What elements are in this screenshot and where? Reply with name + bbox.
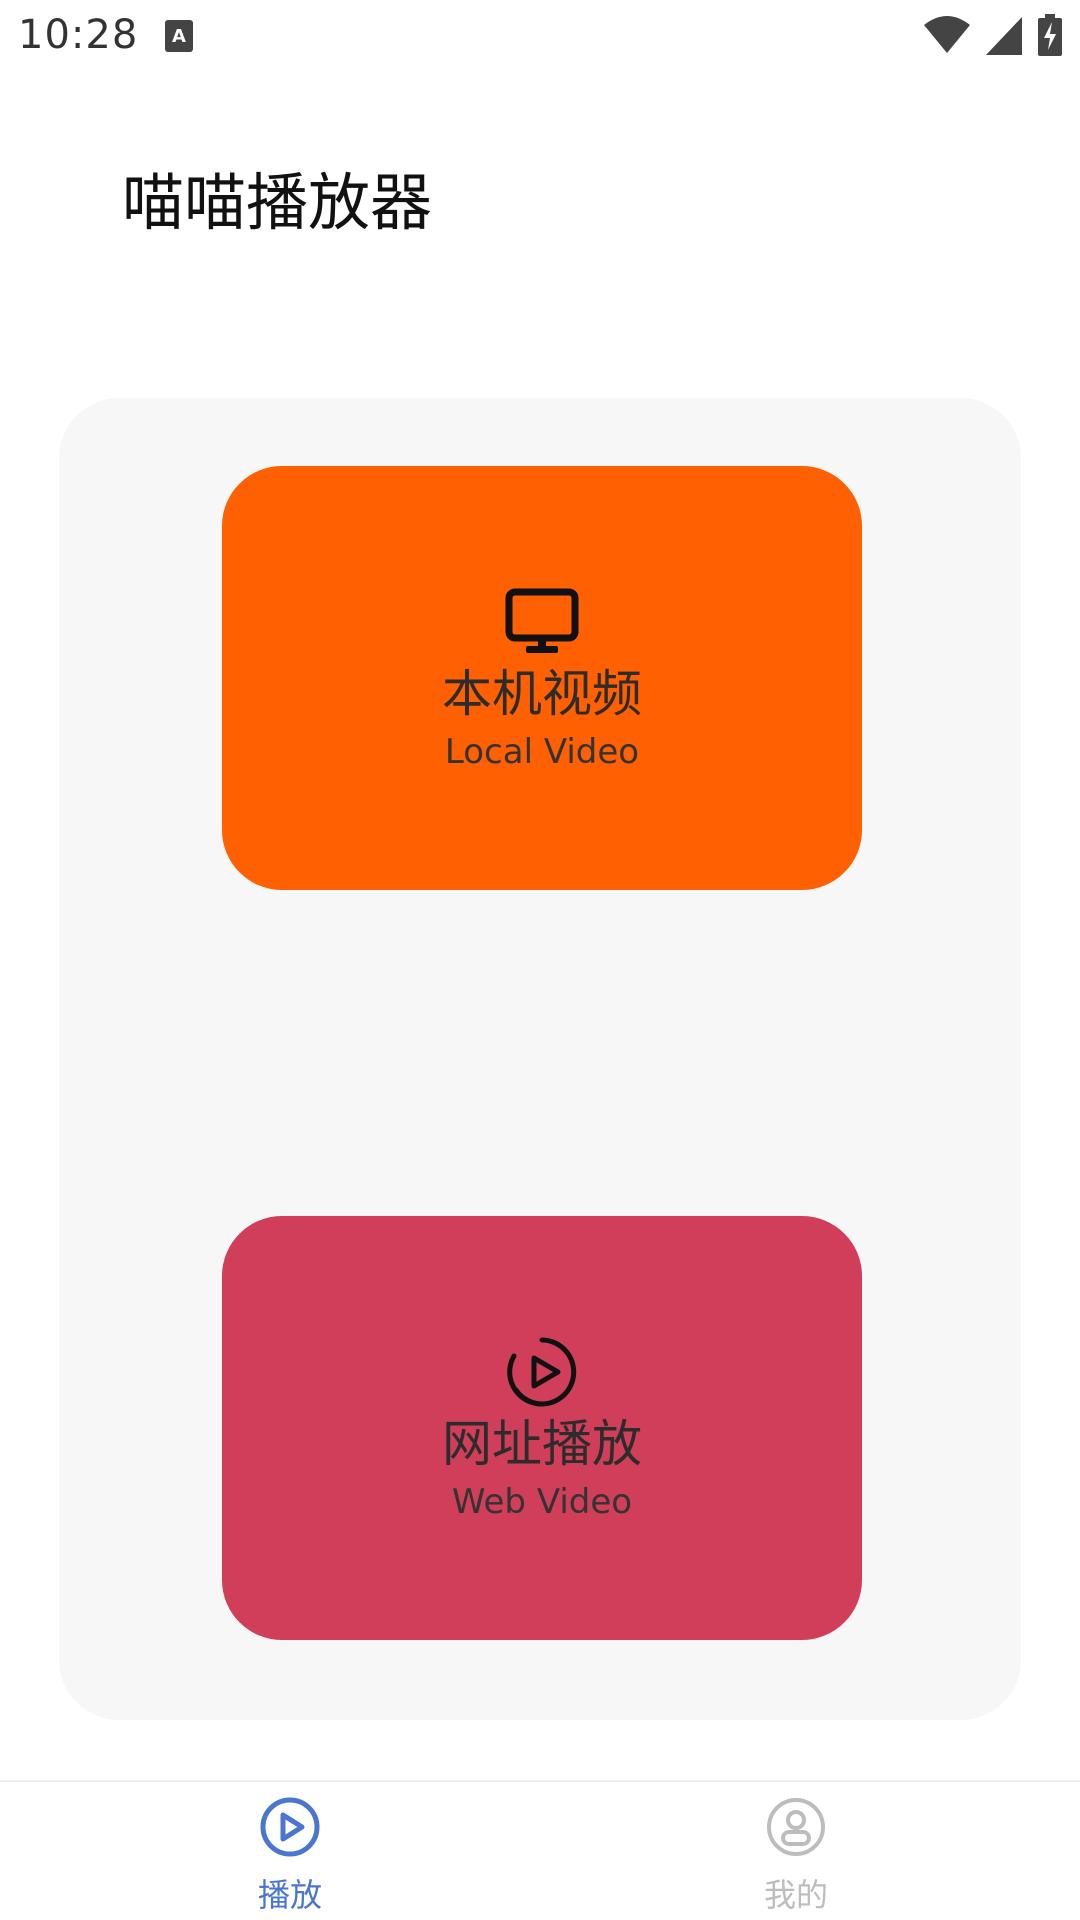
local-video-title: 本机视频 (442, 665, 642, 724)
page-title: 喵喵播放器 (122, 166, 433, 239)
status-icons (924, 14, 1062, 56)
svg-text:A: A (172, 26, 186, 47)
monitor-icon (505, 588, 579, 654)
web-video-title: 网址播放 (442, 1415, 642, 1474)
nav-item-play-label: 播放 (257, 1876, 322, 1914)
bottom-nav: 播放 我的 (0, 1780, 1080, 1920)
cellular-signal-icon (986, 17, 1022, 55)
screen: 10:28 A 喵喵播放器 本机视频 Local Video 网址播放 Web … (0, 0, 1080, 1920)
local-video-subtitle: Local Video (444, 731, 640, 772)
play-circle-icon (507, 1337, 577, 1407)
nav-item-play[interactable]: 播放 (220, 1796, 360, 1916)
user-icon (767, 1798, 825, 1856)
status-time: 10:28 (18, 12, 139, 58)
play-circle-icon (260, 1797, 320, 1857)
web-video-subtitle: Web Video (451, 1481, 633, 1522)
battery-charging-icon (1038, 14, 1062, 56)
wifi-icon (924, 16, 970, 53)
text-input-a-icon: A (165, 20, 193, 52)
nav-item-mine[interactable]: 我的 (726, 1796, 866, 1916)
status-bar: 10:28 A (0, 0, 1080, 80)
nav-item-mine-label: 我的 (763, 1876, 828, 1914)
web-video-card[interactable]: 网址播放 Web Video (222, 1216, 862, 1640)
local-video-card[interactable]: 本机视频 Local Video (222, 466, 862, 890)
